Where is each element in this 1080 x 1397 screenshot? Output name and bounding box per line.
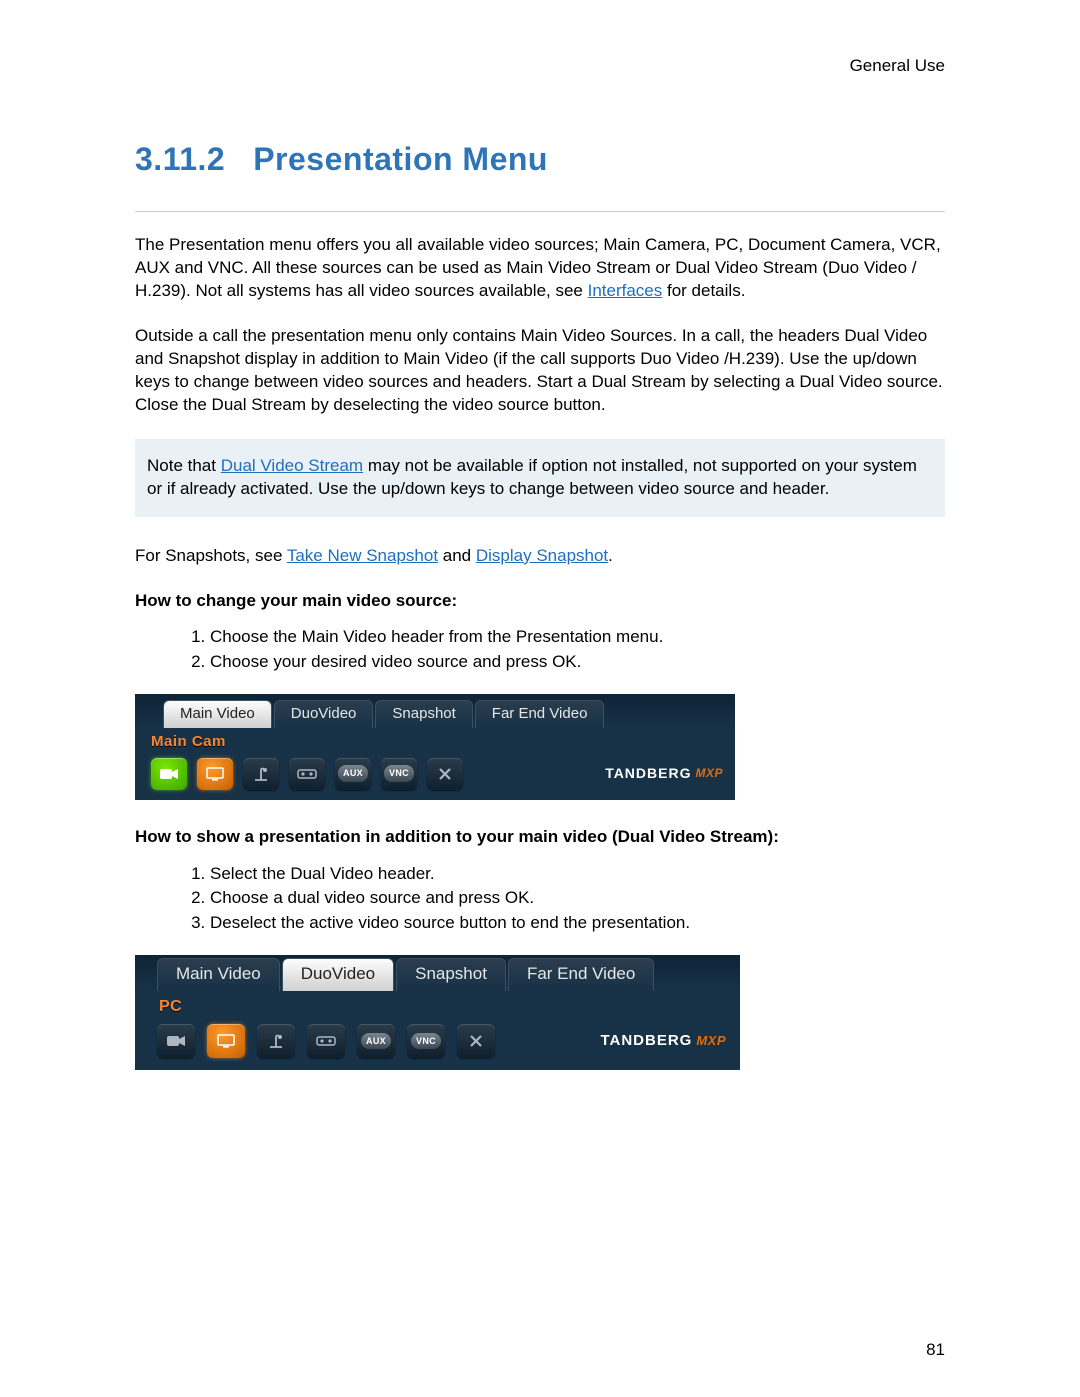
section-number: 3.11.2 [135,141,225,177]
close-button[interactable] [427,758,463,790]
text: For Snapshots, see [135,546,287,565]
note-box: Note that Dual Video Stream may not be a… [135,439,945,517]
steps-list-2: Select the Dual Video header. Choose a d… [135,863,945,936]
close-button[interactable] [457,1024,495,1058]
interfaces-link[interactable]: Interfaces [588,281,663,300]
text: . [608,546,613,565]
pc-button[interactable] [207,1024,245,1058]
aux-button[interactable]: AUX [357,1024,395,1058]
aux-label: AUX [338,765,368,781]
brand: TANDBERG MXP [600,1031,726,1051]
section-title: Presentation Menu [253,141,548,177]
brand-name: TANDBERG [605,764,691,783]
paragraph-1: The Presentation menu offers you all ava… [135,234,945,303]
subheading-1: How to change your main video source: [135,590,945,613]
vnc-button[interactable]: VNC [407,1024,445,1058]
tab-main-video[interactable]: Main Video [163,700,272,728]
section-heading: 3.11.2 Presentation Menu [135,138,945,181]
list-item: Select the Dual Video header. [210,863,945,886]
vcr-icon [316,1035,336,1047]
dual-video-stream-link[interactable]: Dual Video Stream [221,456,363,475]
snapshots-line: For Snapshots, see Take New Snapshot and… [135,545,945,568]
vcr-button[interactable] [307,1024,345,1058]
close-icon [469,1034,483,1048]
brand-name: TANDBERG [600,1031,692,1051]
doc-cam-icon [252,766,270,782]
aux-label: AUX [361,1033,391,1049]
text: for details. [662,281,745,300]
main-cam-button[interactable] [157,1024,195,1058]
pc-icon [205,766,225,782]
take-new-snapshot-link[interactable]: Take New Snapshot [287,546,438,565]
list-item: Choose the Main Video header from the Pr… [210,626,945,649]
tab-far-end-video[interactable]: Far End Video [475,700,605,728]
tab-far-end-video[interactable]: Far End Video [508,958,654,991]
selected-source-label: PC [135,991,740,1022]
doc-cam-button[interactable] [243,758,279,790]
page-number: 81 [926,1339,945,1362]
brand: TANDBERG MXP [605,764,723,783]
vnc-button[interactable]: VNC [381,758,417,790]
tab-main-video[interactable]: Main Video [157,958,280,991]
text: The Presentation menu offers you all ava… [135,235,941,300]
text: and [438,546,476,565]
tab-snapshot[interactable]: Snapshot [375,700,472,728]
tab-snapshot[interactable]: Snapshot [396,958,506,991]
steps-list-1: Choose the Main Video header from the Pr… [135,626,945,674]
list-item: Deselect the active video source button … [210,912,945,935]
tab-duovideo[interactable]: DuoVideo [282,958,394,991]
main-cam-button[interactable] [151,758,187,790]
paragraph-2: Outside a call the presentation menu onl… [135,325,945,417]
vcr-icon [297,768,317,780]
separator [135,211,945,212]
presentation-menu-figure-2: Main Video DuoVideo Snapshot Far End Vid… [135,955,740,1070]
doc-cam-icon [267,1033,285,1049]
list-item: Choose your desired video source and pre… [210,651,945,674]
camera-icon [166,1033,186,1049]
pc-button[interactable] [197,758,233,790]
list-item: Choose a dual video source and press OK. [210,887,945,910]
selected-source-label: Main Cam [135,728,735,755]
tab-duovideo[interactable]: DuoVideo [274,700,374,728]
brand-model: MXP [695,765,723,781]
page-header-section: General Use [135,55,945,78]
subheading-2: How to show a presentation in addition t… [135,826,945,849]
vnc-label: VNC [411,1033,441,1049]
text: Note that [147,456,221,475]
close-icon [438,767,452,781]
aux-button[interactable]: AUX [335,758,371,790]
vcr-button[interactable] [289,758,325,790]
presentation-menu-figure-1: Main Video DuoVideo Snapshot Far End Vid… [135,694,735,799]
display-snapshot-link[interactable]: Display Snapshot [476,546,608,565]
vnc-label: VNC [384,765,414,781]
camera-icon [159,766,179,782]
pc-icon [216,1033,236,1049]
brand-model: MXP [696,1032,726,1050]
doc-cam-button[interactable] [257,1024,295,1058]
